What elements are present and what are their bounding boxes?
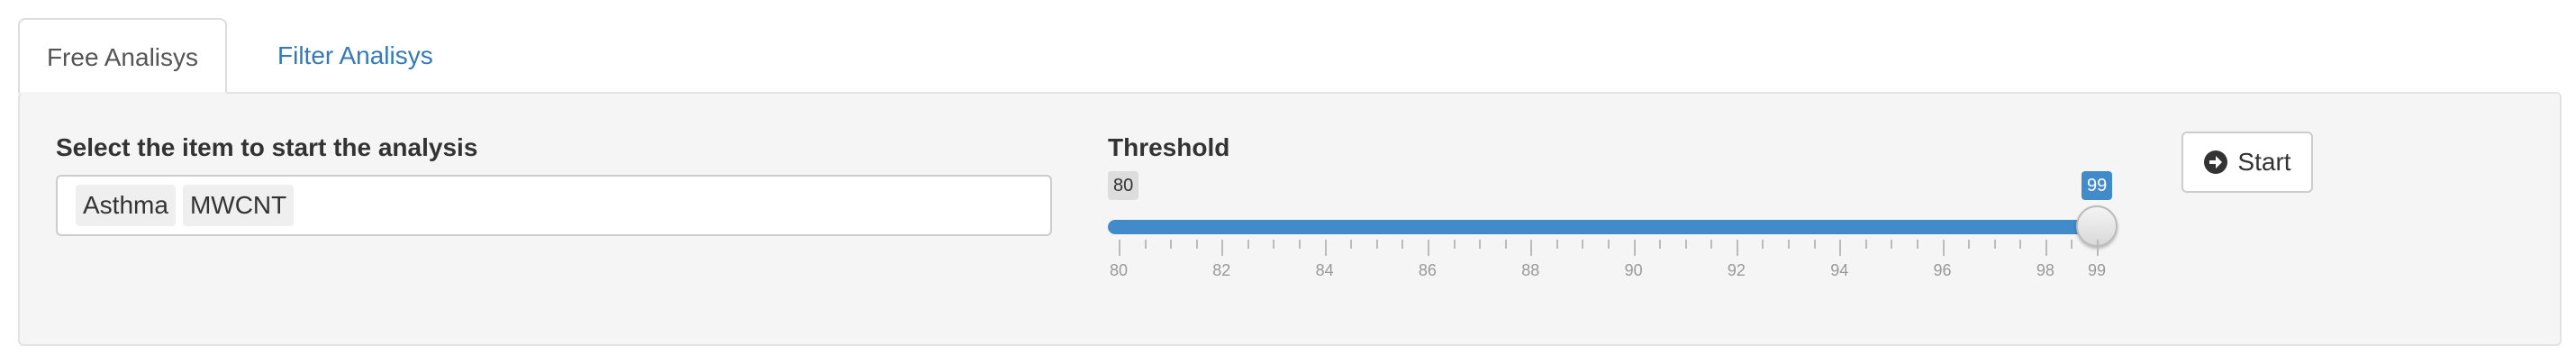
slider-selected-range [1108,220,2097,234]
slider-minor-tick [1968,240,1971,249]
slider-tick-label: 80 [1109,261,1129,279]
slider-minor-tick [1813,240,1816,249]
slider-major-tick [1427,240,1429,256]
slider-major-tick [2097,240,2099,256]
slider-tick-label: 99 [2087,261,2107,279]
slider-minor-tick [1762,240,1764,249]
slider-tick-label: 90 [1624,261,1643,279]
slider-minor-tick [1247,240,1249,249]
slider-major-tick [1839,240,1842,256]
slider-minor-tick [1299,240,1302,249]
slider-minor-tick [1504,240,1507,249]
slider-tick-label: 84 [1315,261,1334,279]
threshold-label: Threshold [1108,133,1230,161]
slider-minor-tick [1556,240,1558,249]
slider-tick-label: 96 [1933,261,1952,279]
tab-filter-analisys[interactable]: Filter Analisys [227,18,460,94]
slider-major-tick [1221,240,1224,256]
slider-minor-tick [1273,240,1275,249]
slider-major-tick [1530,240,1533,256]
start-button-label: Start [2237,148,2291,176]
slider-minor-tick [1659,240,1662,249]
slider-major-tick [1736,240,1738,256]
slider-tick-label: 86 [1418,261,1437,279]
slider-minor-tick [1144,240,1147,249]
arrow-circle-right-icon [2204,150,2228,174]
start-button[interactable]: Start [2181,132,2313,193]
slider-minor-tick [1864,240,1867,249]
slider-tick-label: 82 [1212,261,1231,279]
slider-minor-tick [1350,240,1353,249]
analysis-panel: Select the item to start the analysis As… [18,92,2562,346]
slider-minor-tick [1453,240,1456,249]
selected-item-chip[interactable]: MWCNT [182,185,295,226]
threshold-slider[interactable]: 80 99 80 82 84 86 88 90 92 94 96 98 99 [1108,171,2126,306]
slider-minor-tick [2071,240,2073,249]
slider-major-tick [1324,240,1327,256]
item-select-input[interactable]: Asthma MWCNT [56,175,1052,236]
slider-minor-tick [1916,240,1918,249]
slider-minor-tick [1195,240,1198,249]
item-select-label: Select the item to start the analysis [56,133,478,161]
slider-minor-tick [1710,240,1713,249]
slider-minor-tick [1891,240,1893,249]
slider-minor-tick [1684,240,1687,249]
slider-major-tick [1119,240,1120,256]
slider-tick-label: 98 [2036,261,2054,279]
tab-free-analisys[interactable]: Free Analisys [18,18,227,94]
slider-ticks: 80 82 84 86 88 90 92 94 96 98 99 [1108,240,2126,294]
slider-minor-tick [1788,240,1791,249]
slider-minor-tick [1170,240,1173,249]
slider-major-tick [1942,240,1945,256]
slider-minor-tick [1608,240,1610,249]
slider-min-badge: 80 [1108,171,1139,200]
slider-minor-tick [2019,240,2022,249]
slider-minor-tick [1401,240,1404,249]
slider-major-tick [1633,240,1636,256]
slider-tick-label: 94 [1830,261,1849,279]
slider-tick-label: 88 [1521,261,1540,279]
slider-minor-tick [1582,240,1584,249]
slider-tick-label: 92 [1727,261,1746,279]
slider-major-tick [2045,240,2047,256]
slider-minor-tick [1993,240,1996,249]
slider-minor-tick [1375,240,1378,249]
slider-value-badge: 99 [2082,171,2113,200]
selected-item-chip[interactable]: Asthma [76,185,176,226]
slider-track[interactable] [1108,220,2108,234]
slider-minor-tick [1479,240,1482,249]
